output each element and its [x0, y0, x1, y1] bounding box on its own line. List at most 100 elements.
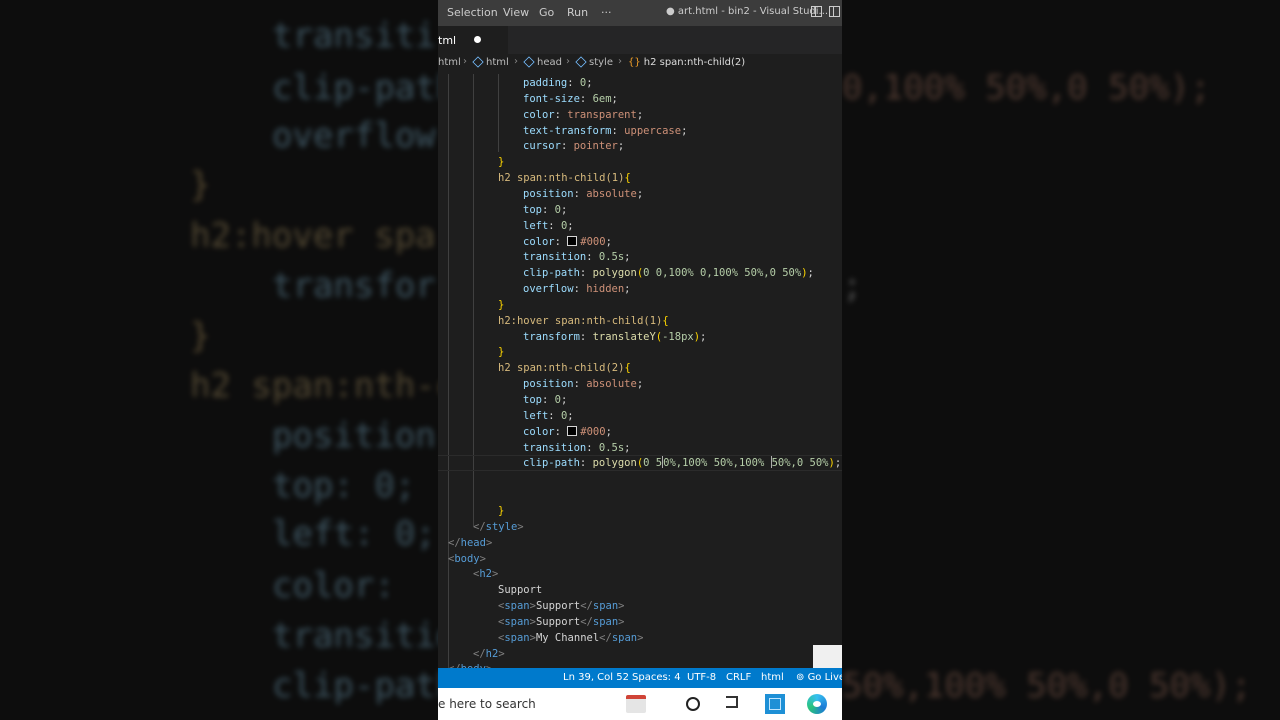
code-token: transition [523, 441, 587, 454]
menu-more[interactable]: ··· [601, 6, 612, 19]
code-token: top [523, 203, 542, 216]
code-token: : [554, 235, 568, 248]
code-token: { [662, 314, 669, 327]
code-line[interactable]: left: 0; [523, 408, 574, 424]
code-line[interactable]: </h2> [473, 646, 505, 662]
code-token: h2 span:nth-child(1) [498, 172, 625, 185]
code-token: : [548, 409, 561, 422]
code-token: : [541, 203, 555, 216]
code-line[interactable]: font-size: 6em; [523, 91, 618, 107]
code-line[interactable]: <span>Support</span> [498, 614, 625, 630]
code-line[interactable]: </style> [473, 519, 524, 535]
code-line[interactable]: left: 0; [523, 218, 574, 234]
color-swatch-icon[interactable] [567, 425, 578, 436]
code-line[interactable]: <body> [448, 551, 486, 567]
code-token: span [592, 600, 619, 613]
code-line[interactable]: Support [498, 582, 542, 598]
code-line[interactable]: padding: 0; [523, 75, 593, 91]
code-line[interactable]: color: #000; [523, 234, 612, 250]
menu-go[interactable]: Go [539, 6, 554, 19]
code-line[interactable]: transform: translateY(-18px); [523, 329, 706, 345]
calendar-icon[interactable] [626, 695, 646, 713]
code-line[interactable]: <h2> [473, 566, 498, 582]
code-token: </ [599, 631, 612, 644]
code-line[interactable]: top: 0; [523, 202, 567, 218]
code-token: text-transform [523, 124, 612, 137]
color-swatch-icon[interactable] [567, 235, 578, 246]
code-editor[interactable]: padding: 0; font-size: 6em; color: transpa… [438, 74, 842, 675]
store-icon[interactable] [765, 694, 785, 714]
encoding-setting[interactable]: UTF-8 [687, 672, 716, 683]
code-line[interactable]: h2 span:nth-child(2){ [498, 360, 631, 376]
code-token: > [618, 600, 625, 613]
toggle-sidebar-icon[interactable] [811, 6, 822, 17]
code-line[interactable]: } [498, 297, 504, 313]
element-icon [472, 56, 484, 68]
code-token: transform [523, 330, 580, 343]
code-token: ; [567, 409, 574, 422]
code-line[interactable]: } [498, 154, 504, 170]
code-token: head [460, 536, 486, 549]
code-token: ; [624, 251, 631, 264]
code-token: : [579, 92, 593, 105]
code-token: } [498, 298, 505, 311]
windows-taskbar: e here to search [438, 688, 842, 720]
breadcrumb-item-html-file[interactable]: html [438, 57, 461, 68]
menu-selection[interactable]: Selection [447, 6, 498, 19]
breadcrumb-item-head[interactable]: head [523, 56, 562, 68]
code-line[interactable]: </head> [448, 535, 492, 551]
code-line[interactable]: color: transparent; [523, 107, 643, 123]
code-line[interactable]: } [498, 503, 504, 519]
code-token: absolute [586, 378, 637, 391]
code-token: polygon [592, 457, 637, 470]
vscode-window: Selection View Go Run ··· ● art.html - b… [438, 0, 842, 720]
code-line[interactable]: position: absolute; [523, 186, 643, 202]
breadcrumb-item-html[interactable]: html [472, 56, 509, 68]
unsaved-dot-icon[interactable] [474, 36, 481, 43]
language-mode[interactable]: html [761, 672, 784, 683]
taskbar-search[interactable]: e here to search [438, 697, 536, 711]
code-line[interactable]: <span>Support</span> [498, 598, 625, 614]
code-token: h2:hover span:nth-child(1) [498, 314, 663, 327]
menu-run[interactable]: Run [567, 6, 588, 19]
code-token: absolute [586, 187, 637, 200]
code-line[interactable]: } [498, 344, 504, 360]
eol-setting[interactable]: CRLF [726, 672, 751, 683]
code-line[interactable]: text-transform: uppercase; [523, 123, 687, 139]
go-live-button[interactable]: ⊚ Go Live [796, 672, 842, 683]
code-token: : [573, 283, 587, 296]
chevron-right-icon: › [514, 56, 518, 67]
cursor-position[interactable]: Ln 39, Col 52 [563, 672, 629, 683]
breadcrumb-item-selector[interactable]: {} h2 span:nth-child(2) [628, 57, 745, 68]
code-token: span [504, 631, 530, 644]
code-token: > [491, 568, 499, 581]
code-line[interactable]: transition: 0.5s; [523, 249, 631, 265]
menu-view[interactable]: View [503, 6, 529, 19]
breadcrumb-item-style[interactable]: style [575, 56, 613, 68]
edge-browser-icon[interactable] [807, 694, 827, 714]
code-line[interactable]: color: #000; [523, 424, 612, 440]
code-token: > [498, 647, 505, 660]
code-line[interactable]: transition: 0.5s; [523, 440, 631, 456]
code-token: style [485, 520, 518, 533]
code-token: left [523, 219, 549, 232]
code-token: : [586, 441, 599, 454]
code-line[interactable]: cursor: pointer; [523, 138, 624, 154]
code-token: : [548, 219, 561, 232]
code-line[interactable]: clip-path: polygon(0 50%,100% 50%,100% 5… [523, 455, 841, 471]
code-line[interactable]: top: 0; [523, 392, 567, 408]
code-line[interactable]: position: absolute; [523, 376, 643, 392]
code-line[interactable]: <span>My Channel</span> [498, 630, 643, 646]
code-line[interactable]: clip-path: polygon(0 0,100% 0,100% 50%,0… [523, 265, 814, 281]
code-token: { [624, 362, 631, 375]
tab-art-html[interactable]: tml [438, 26, 508, 54]
task-view-icon[interactable] [726, 696, 738, 708]
code-line[interactable]: h2:hover span:nth-child(1){ [498, 313, 669, 329]
code-token: ; [624, 441, 631, 454]
indent-guide [498, 74, 499, 152]
code-line[interactable]: overflow: hidden; [523, 281, 631, 297]
toggle-panel-icon[interactable] [829, 6, 840, 17]
code-line[interactable]: h2 span:nth-child(1){ [498, 170, 631, 186]
cortana-icon[interactable] [686, 697, 700, 711]
indentation-setting[interactable]: Spaces: 4 [632, 672, 681, 683]
